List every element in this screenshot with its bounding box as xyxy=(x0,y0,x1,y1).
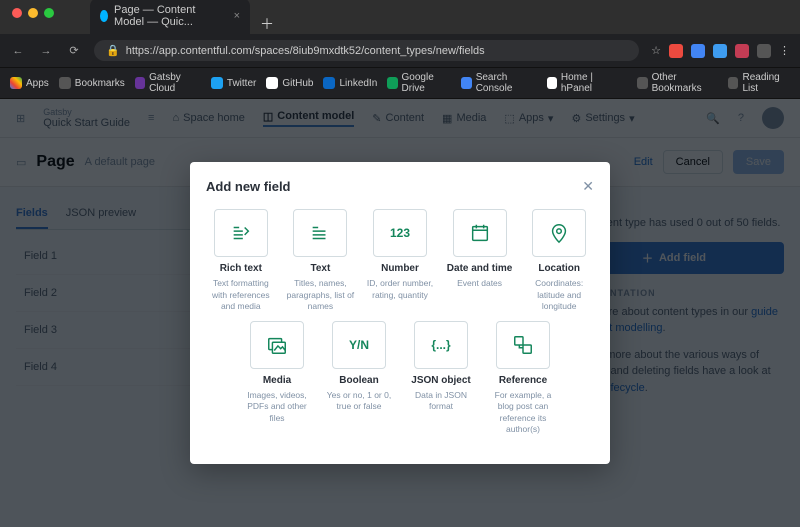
text-icon xyxy=(309,222,331,244)
new-tab-button[interactable]: ＋ xyxy=(260,14,274,34)
extension-icon[interactable] xyxy=(735,44,749,58)
reading-list[interactable]: Reading List xyxy=(728,72,790,94)
location-pin-icon xyxy=(548,221,570,245)
field-type-media[interactable]: Media Images, videos, PDFs and other fil… xyxy=(241,321,313,436)
reference-icon xyxy=(511,334,535,356)
tab-title: Page — Content Model — Quic... xyxy=(114,4,224,28)
field-type-location[interactable]: Location Coordinates: latitude and longi… xyxy=(524,209,594,312)
calendar-icon xyxy=(469,222,491,244)
extension-icon[interactable] xyxy=(669,44,683,58)
extensions-menu-icon[interactable] xyxy=(757,44,771,58)
add-field-modal: Add new field ✕ Rich text Text formattin… xyxy=(190,162,610,463)
json-icon: {...} xyxy=(414,321,468,369)
star-icon[interactable]: ☆ xyxy=(651,44,661,57)
field-type-number[interactable]: 123 Number ID, order number, rating, qua… xyxy=(365,209,435,312)
field-type-reference[interactable]: Reference For example, a blog post can r… xyxy=(487,321,559,436)
bookmark-item[interactable]: Home | hPanel xyxy=(547,72,618,94)
field-type-text[interactable]: Text Titles, names, paragraphs, list of … xyxy=(286,209,356,312)
media-icon xyxy=(265,334,289,356)
field-type-rich-text[interactable]: Rich text Text formatting with reference… xyxy=(206,209,276,312)
apps-button[interactable]: Apps xyxy=(10,77,49,89)
url-text: https://app.contentful.com/spaces/8iub9m… xyxy=(126,45,485,57)
field-type-date[interactable]: Date and time Event dates xyxy=(445,209,515,312)
forward-button[interactable]: → xyxy=(38,45,54,57)
bookmarks-bar: Apps Bookmarks Gatsby Cloud Twitter GitH… xyxy=(0,67,800,99)
bookmark-item[interactable]: Google Drive xyxy=(387,72,451,94)
modal-close-button[interactable]: ✕ xyxy=(582,178,594,195)
boolean-icon: Y/N xyxy=(332,321,386,369)
lock-icon: 🔒 xyxy=(106,44,120,57)
bookmark-item[interactable]: LinkedIn xyxy=(323,77,377,89)
number-icon: 123 xyxy=(373,209,427,257)
favicon-icon xyxy=(100,10,108,22)
other-bookmarks[interactable]: Other Bookmarks xyxy=(637,72,718,94)
bookmark-item[interactable]: GitHub xyxy=(266,77,313,89)
modal-title: Add new field xyxy=(206,179,291,194)
reload-button[interactable]: ⟳ xyxy=(66,44,82,57)
browser-chrome: Page — Content Model — Quic... × ＋ ← → ⟳… xyxy=(0,0,800,99)
window-minimize-icon[interactable] xyxy=(28,8,38,18)
extension-icon[interactable] xyxy=(713,44,727,58)
back-button[interactable]: ← xyxy=(10,45,26,57)
field-type-boolean[interactable]: Y/N Boolean Yes or no, 1 or 0, true or f… xyxy=(323,321,395,436)
bookmark-item[interactable]: Gatsby Cloud xyxy=(135,72,201,94)
field-type-json[interactable]: {...} JSON object Data in JSON format xyxy=(405,321,477,436)
overflow-menu-icon[interactable]: ⋮ xyxy=(779,44,790,57)
tab-close-icon[interactable]: × xyxy=(234,10,240,22)
extension-icon[interactable] xyxy=(691,44,705,58)
bookmark-item[interactable]: Twitter xyxy=(211,77,256,89)
bookmark-item[interactable]: Bookmarks xyxy=(59,77,125,89)
browser-tab[interactable]: Page — Content Model — Quic... × xyxy=(90,0,250,34)
address-row: ← → ⟳ 🔒 https://app.contentful.com/space… xyxy=(0,34,800,67)
tab-bar: Page — Content Model — Quic... × ＋ xyxy=(0,4,800,34)
bookmark-item[interactable]: Search Console xyxy=(461,72,536,94)
richtext-icon xyxy=(230,222,252,244)
window-close-icon[interactable] xyxy=(12,8,22,18)
window-maximize-icon[interactable] xyxy=(44,8,54,18)
modal-overlay[interactable]: Add new field ✕ Rich text Text formattin… xyxy=(0,99,800,527)
address-bar[interactable]: 🔒 https://app.contentful.com/spaces/8iub… xyxy=(94,40,639,61)
